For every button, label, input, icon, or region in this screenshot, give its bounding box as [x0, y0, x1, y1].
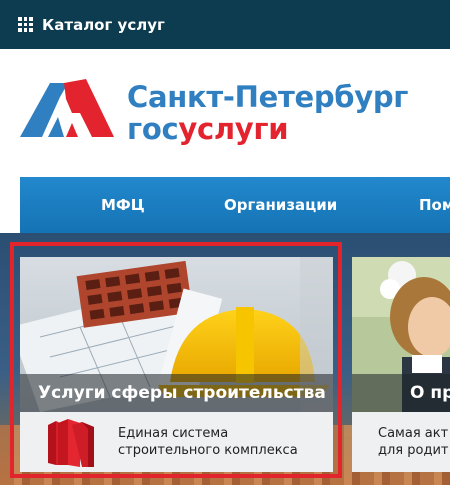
card-description-line: Самая акт: [378, 426, 449, 441]
card-description-line: Единая система: [118, 426, 229, 441]
logo-city-name: Санкт-Петербург: [127, 80, 409, 114]
card-footer: Единая система строительного комплекса: [20, 412, 333, 472]
card-description-line: для родит: [378, 443, 449, 458]
top-bar: Каталог услуг: [0, 0, 450, 49]
logo-text[interactable]: Санкт-Петербург госуслуги: [127, 80, 408, 144]
logo-service-name: госуслуги: [127, 114, 408, 144]
card-description: Единая система строительного комплекса: [118, 425, 328, 459]
catalog-button[interactable]: Каталог услуг: [18, 0, 165, 49]
gosuslugi-logo-icon[interactable]: [20, 79, 120, 137]
nav-item-organizations[interactable]: Организации: [224, 177, 337, 233]
card-description: Самая акт для родит: [378, 425, 450, 459]
card-title: О пр: [352, 374, 450, 412]
logo-service-part2: услуги: [178, 112, 289, 146]
nav-item-mfc[interactable]: МФЦ: [101, 177, 145, 233]
service-card-construction[interactable]: Услуги сферы строительства Единая систем…: [20, 257, 333, 472]
header-logo-area: Санкт-Петербург госуслуги: [0, 49, 450, 177]
card-description-line: строительного комплекса: [118, 443, 298, 458]
nav-item-help[interactable]: Пом: [419, 177, 450, 233]
card-footer: Самая акт для родит: [352, 412, 450, 472]
card-title: Услуги сферы строительства: [20, 374, 333, 412]
main-nav: МФЦ Организации Пом: [20, 177, 450, 233]
building-blocks-icon: [48, 419, 94, 467]
catalog-label: Каталог услуг: [42, 15, 165, 34]
service-card-education[interactable]: О пр Самая акт для родит: [352, 257, 450, 472]
grid-icon: [18, 17, 33, 32]
logo-service-part1: гос: [127, 112, 179, 146]
